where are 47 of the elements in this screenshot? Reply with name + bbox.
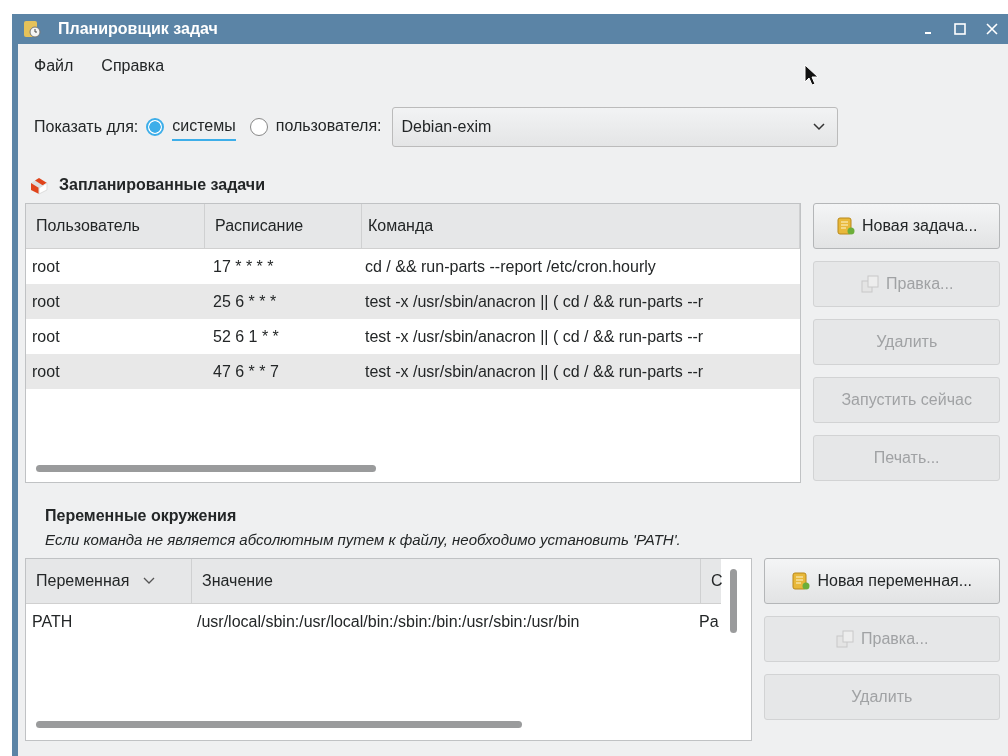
table-cell-text: Pa [698, 612, 720, 631]
menu-item[interactable]: Справка [101, 57, 165, 75]
column-header[interactable]: Команда [362, 204, 801, 248]
column-header[interactable]: Расписание [205, 204, 362, 248]
action-button[interactable]: Новая переменная... [763, 558, 1000, 604]
horizontal-scrollbar[interactable] [36, 465, 376, 472]
action-button[interactable]: Новая задача... [813, 203, 1000, 249]
chevron-down-icon [812, 123, 825, 131]
table-cell-text: root [31, 257, 61, 276]
table-cell-text: test -x /usr/sbin/anacron || ( cd / && run-parts --r [364, 327, 705, 346]
mouse-cursor-icon [804, 64, 818, 86]
column-header[interactable]: Пользователь [26, 204, 205, 248]
copy-pages-icon [835, 629, 856, 649]
table-cell-text: test -x /usr/sbin/anacron || ( cd / && run-parts --r [364, 292, 705, 311]
table-cell-text: test -x /usr/sbin/anacron || ( cd / && run-parts --r [364, 362, 705, 381]
user-dropdown[interactable]: Debian-exim [391, 107, 838, 147]
table-cell-text: 52 6 1 * * [212, 327, 280, 346]
radio-label[interactable]: пользователя: [275, 113, 382, 141]
column-header[interactable]: Переменная [26, 559, 192, 603]
table-cell-text: PATH [31, 612, 74, 631]
vertical-scrollbar[interactable] [729, 569, 737, 633]
column-header[interactable]: Значение [192, 559, 701, 603]
table-cell-text: root [31, 292, 61, 311]
table-cell-text: root [31, 362, 61, 381]
table-cell-text: 17 * * * * [212, 257, 275, 276]
sort-chevron-icon [143, 577, 156, 585]
table-cell-text: root [31, 327, 61, 346]
clock-note-icon [22, 19, 42, 39]
checker-cube-icon [29, 175, 49, 195]
column-header[interactable]: С [701, 559, 723, 603]
close-icon[interactable] [986, 23, 998, 35]
section-title: Переменные окружения [45, 507, 238, 525]
horizontal-scrollbar[interactable] [36, 721, 522, 728]
table-cell-text: cd / && run-parts --report /etc/cron.hourly [364, 257, 657, 276]
show-for-label: Показать для: [34, 118, 139, 136]
copy-pages-icon [860, 274, 880, 294]
radio-button[interactable] [249, 118, 268, 136]
menu-item[interactable]: Файл [34, 57, 74, 75]
table-cell-text: /usr/local/sbin:/usr/local/bin:/sbin:/bin:/usr/sbin:/usr/bin [196, 612, 581, 631]
radio-label[interactable]: системы [172, 113, 236, 141]
table-cell-text: 47 6 * * 7 [212, 362, 280, 381]
table-cell-text: 25 6 * * * [212, 292, 278, 311]
window-title: Планировщик задач [58, 20, 218, 38]
maximize-icon[interactable] [954, 23, 966, 35]
hint-text: Если команда не является абсолютным путем к файлу, необходимо установить 'PATH'. [45, 531, 682, 548]
radio-button[interactable] [146, 118, 165, 136]
section-title: Запланированные задачи [59, 176, 265, 194]
